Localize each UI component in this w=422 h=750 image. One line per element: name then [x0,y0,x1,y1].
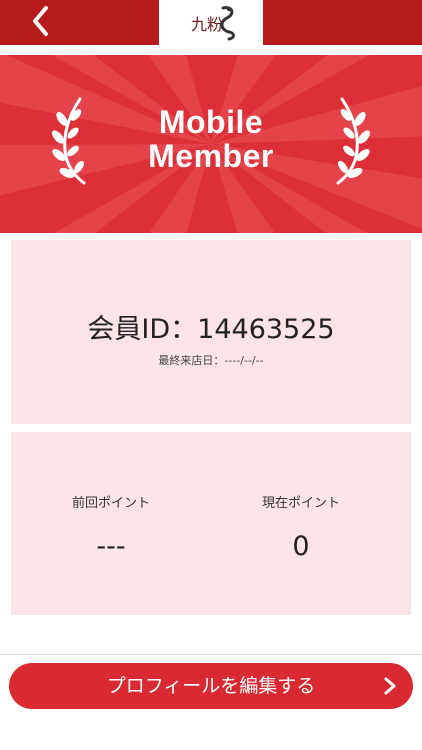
logo-text: 九粉 [191,15,223,34]
member-id: 会員ID：14463525 [87,314,335,345]
previous-points-value: --- [96,531,126,562]
last-visit-date: 最終来店日：----/--/-- [158,354,264,367]
edit-profile-label: プロフィールを編集する [106,675,316,697]
top-bar: 九粉 [0,0,422,45]
previous-points-label: 前回ポイント [71,496,150,511]
back-button[interactable] [20,3,64,41]
banner-title-line1: Mobile [158,104,264,140]
banner-title-line2: Member [148,138,274,174]
current-points-value: 0 [292,531,310,562]
current-points-label: 現在ポイント [261,496,340,511]
member-id-card: 会員ID：14463525 最終来店日：----/--/-- [11,240,411,424]
store-logo: 九粉 [159,0,263,45]
dragon-icon [220,6,235,41]
points-card: 前回ポイント --- 現在ポイント 0 [11,432,411,615]
chevron-left-icon [33,6,48,36]
edit-profile-button[interactable]: プロフィールを編集する [9,663,413,709]
current-points: 現在ポイント 0 [201,492,401,562]
previous-points: 前回ポイント --- [11,492,211,562]
banner-title: Mobile Member [0,105,422,173]
mobile-member-banner: Mobile Member [0,55,422,233]
footer-divider [0,654,422,655]
chevron-right-icon [384,677,396,695]
